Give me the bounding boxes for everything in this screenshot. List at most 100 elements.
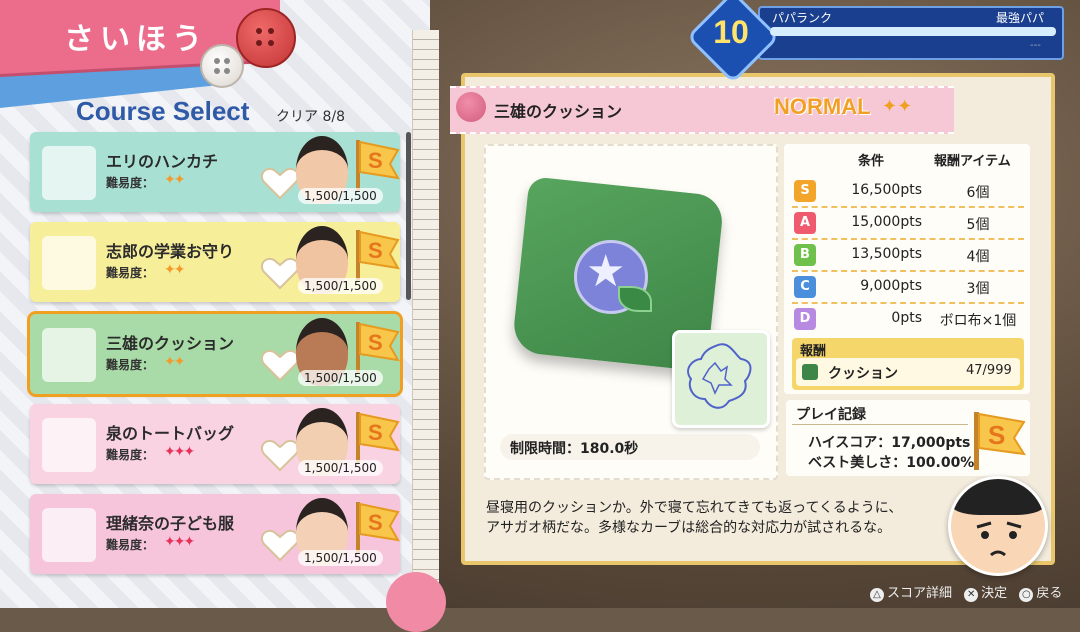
- difficulty-text: 難易度：: [106, 448, 155, 462]
- rank-points: 16,500pts: [851, 182, 922, 198]
- difficulty-label: NORMAL: [774, 94, 871, 119]
- s-rank-flag-icon: S: [356, 140, 400, 192]
- rank-number: 10: [713, 14, 749, 50]
- rank-badge-icon: A: [794, 212, 816, 234]
- best-beauty: ベスト美しさ：100.00%: [808, 455, 975, 471]
- detail-title: 三雄のクッション: [494, 102, 623, 121]
- score-detail-hint[interactable]: スコア詳細: [887, 586, 952, 601]
- course-score: 1,500/1,500: [298, 188, 383, 204]
- course-name: 理緒奈の子ども服: [106, 514, 235, 533]
- course-score: 1,500/1,500: [298, 460, 383, 476]
- screen-title: さいほう: [64, 22, 208, 57]
- svg-text:S: S: [368, 238, 383, 263]
- svg-text:S: S: [368, 420, 383, 445]
- difficulty-text: 難易度：: [106, 358, 155, 372]
- charm-icon: [42, 236, 96, 290]
- pattern-outline-icon: [687, 343, 752, 409]
- play-record-label: プレイ記録: [796, 407, 866, 423]
- rank-title: 最強パパ: [996, 11, 1045, 25]
- course-name: 泉のトートバッグ: [106, 424, 235, 443]
- rank-label: パパランク: [772, 11, 833, 25]
- reward-item-header: 報酬アイテム: [934, 154, 1011, 169]
- button-icon: [456, 92, 486, 122]
- reward-item-count: 47/999: [966, 363, 1012, 378]
- tote-bag-icon: [42, 418, 96, 472]
- course-select-heading: Course Select: [76, 96, 250, 126]
- pink-corner-decoration: [386, 572, 446, 632]
- course-score: 1,500/1,500: [298, 370, 383, 386]
- rank-reward: 4個: [966, 249, 990, 265]
- difficulty-text: 難易度：: [106, 538, 155, 552]
- difficulty-stars-icon: ✦✦✦: [164, 444, 195, 460]
- confirm-hint[interactable]: 決定: [981, 586, 1007, 601]
- difficulty-stars-icon: ✦✦: [882, 96, 913, 117]
- red-button-decoration: [236, 8, 296, 68]
- heart-icon: [260, 168, 300, 200]
- rank-row: C 9,000pts 3個: [792, 272, 1024, 304]
- course-card[interactable]: 志郎の学業お守り 難易度： ✦✦ S 1,500/1,500: [30, 222, 400, 302]
- difficulty-text: 難易度：: [106, 266, 155, 280]
- rank-row: A 15,000pts 5個: [792, 208, 1024, 240]
- rank-reward: 3個: [966, 281, 990, 297]
- reward-section-label: 報酬: [800, 344, 827, 359]
- rank-row: B 13,500pts 4個: [792, 240, 1024, 272]
- white-button-decoration: [200, 44, 244, 88]
- svg-text:S: S: [368, 510, 383, 535]
- rank-badge-icon: B: [794, 244, 816, 266]
- rank-points: 0pts: [891, 310, 922, 326]
- rank-points: 13,500pts: [851, 246, 922, 262]
- cross-button-icon: ✕: [964, 588, 979, 602]
- clear-count: クリア 8/8: [276, 109, 345, 125]
- heart-icon: [260, 440, 300, 472]
- reward-item-name: クッション: [828, 366, 898, 382]
- course-card[interactable]: 泉のトートバッグ 難易度： ✦✦✦ S 1,500/1,500: [30, 404, 400, 484]
- course-score: 1,500/1,500: [298, 278, 383, 294]
- sewing-pattern-preview: [672, 330, 770, 428]
- back-hint[interactable]: 戻る: [1036, 586, 1062, 601]
- s-rank-flag-icon: S: [974, 412, 1026, 470]
- rank-badge-icon: S: [794, 180, 816, 202]
- svg-text:S: S: [368, 330, 383, 355]
- course-list-scrollbar[interactable]: [406, 132, 411, 300]
- rank-badge-icon: D: [794, 308, 816, 330]
- heart-icon: [260, 350, 300, 382]
- course-score: 1,500/1,500: [298, 550, 383, 566]
- button-hints: △ スコア詳細 ✕ 決定 ○ 戻る: [862, 582, 1062, 602]
- s-rank-flag-icon: S: [356, 412, 400, 464]
- course-name: エリのハンカチ: [106, 152, 219, 171]
- description-line: アサガオ柄だな。多様なカーブは総合的な対応力が試されるな。: [486, 520, 892, 536]
- handkerchief-icon: [42, 146, 96, 200]
- s-rank-flag-icon: S: [356, 322, 400, 374]
- rank-badge-icon: C: [794, 276, 816, 298]
- s-rank-flag-icon: S: [356, 230, 400, 282]
- s-rank-flag-icon: S: [356, 502, 400, 554]
- course-card[interactable]: エリのハンカチ 難易度： ✦✦ S 1,500/1,500: [30, 132, 400, 212]
- course-card[interactable]: 三雄のクッション 難易度： ✦✦ S 1,500/1,500: [27, 311, 403, 397]
- divider: [792, 424, 968, 425]
- difficulty-stars-icon: ✦✦: [164, 354, 186, 370]
- svg-text:S: S: [988, 420, 1005, 450]
- rank-reward: 6個: [966, 185, 990, 201]
- course-name: 志郎の学業お守り: [106, 242, 235, 261]
- measuring-tape-decoration: [412, 30, 439, 608]
- description-line: 昼寝用のクッションか。外で寝て忘れてきても返ってくるように、: [486, 500, 903, 516]
- rank-progress-fill: [770, 27, 1056, 36]
- high-score: ハイスコア：17,000pts: [808, 435, 971, 451]
- course-card[interactable]: 理緒奈の子ども服 難易度： ✦✦✦ S 1,500/1,500: [30, 494, 400, 574]
- difficulty-stars-icon: ✦✦: [164, 262, 186, 278]
- rank-sub: ---: [1030, 40, 1041, 51]
- time-limit: 制限時間：180.0秒: [500, 434, 760, 460]
- condition-header: 条件: [858, 154, 885, 169]
- course-name: 三雄のクッション: [106, 334, 235, 353]
- father-avatar: [948, 476, 1048, 576]
- cushion-icon: [802, 364, 818, 380]
- heart-icon: [260, 258, 300, 290]
- course-description: 昼寝用のクッションか。外で寝て忘れてきても返ってくるように、 アサガオ柄だな。多…: [486, 498, 956, 538]
- rank-points: 15,000pts: [851, 214, 922, 230]
- dress-icon: [42, 508, 96, 562]
- heart-icon: [260, 530, 300, 562]
- difficulty-stars-icon: ✦✦✦: [164, 534, 195, 550]
- svg-text:S: S: [368, 148, 383, 173]
- circle-button-icon: ○: [1019, 588, 1034, 602]
- rank-progress-gauge: [770, 27, 1056, 36]
